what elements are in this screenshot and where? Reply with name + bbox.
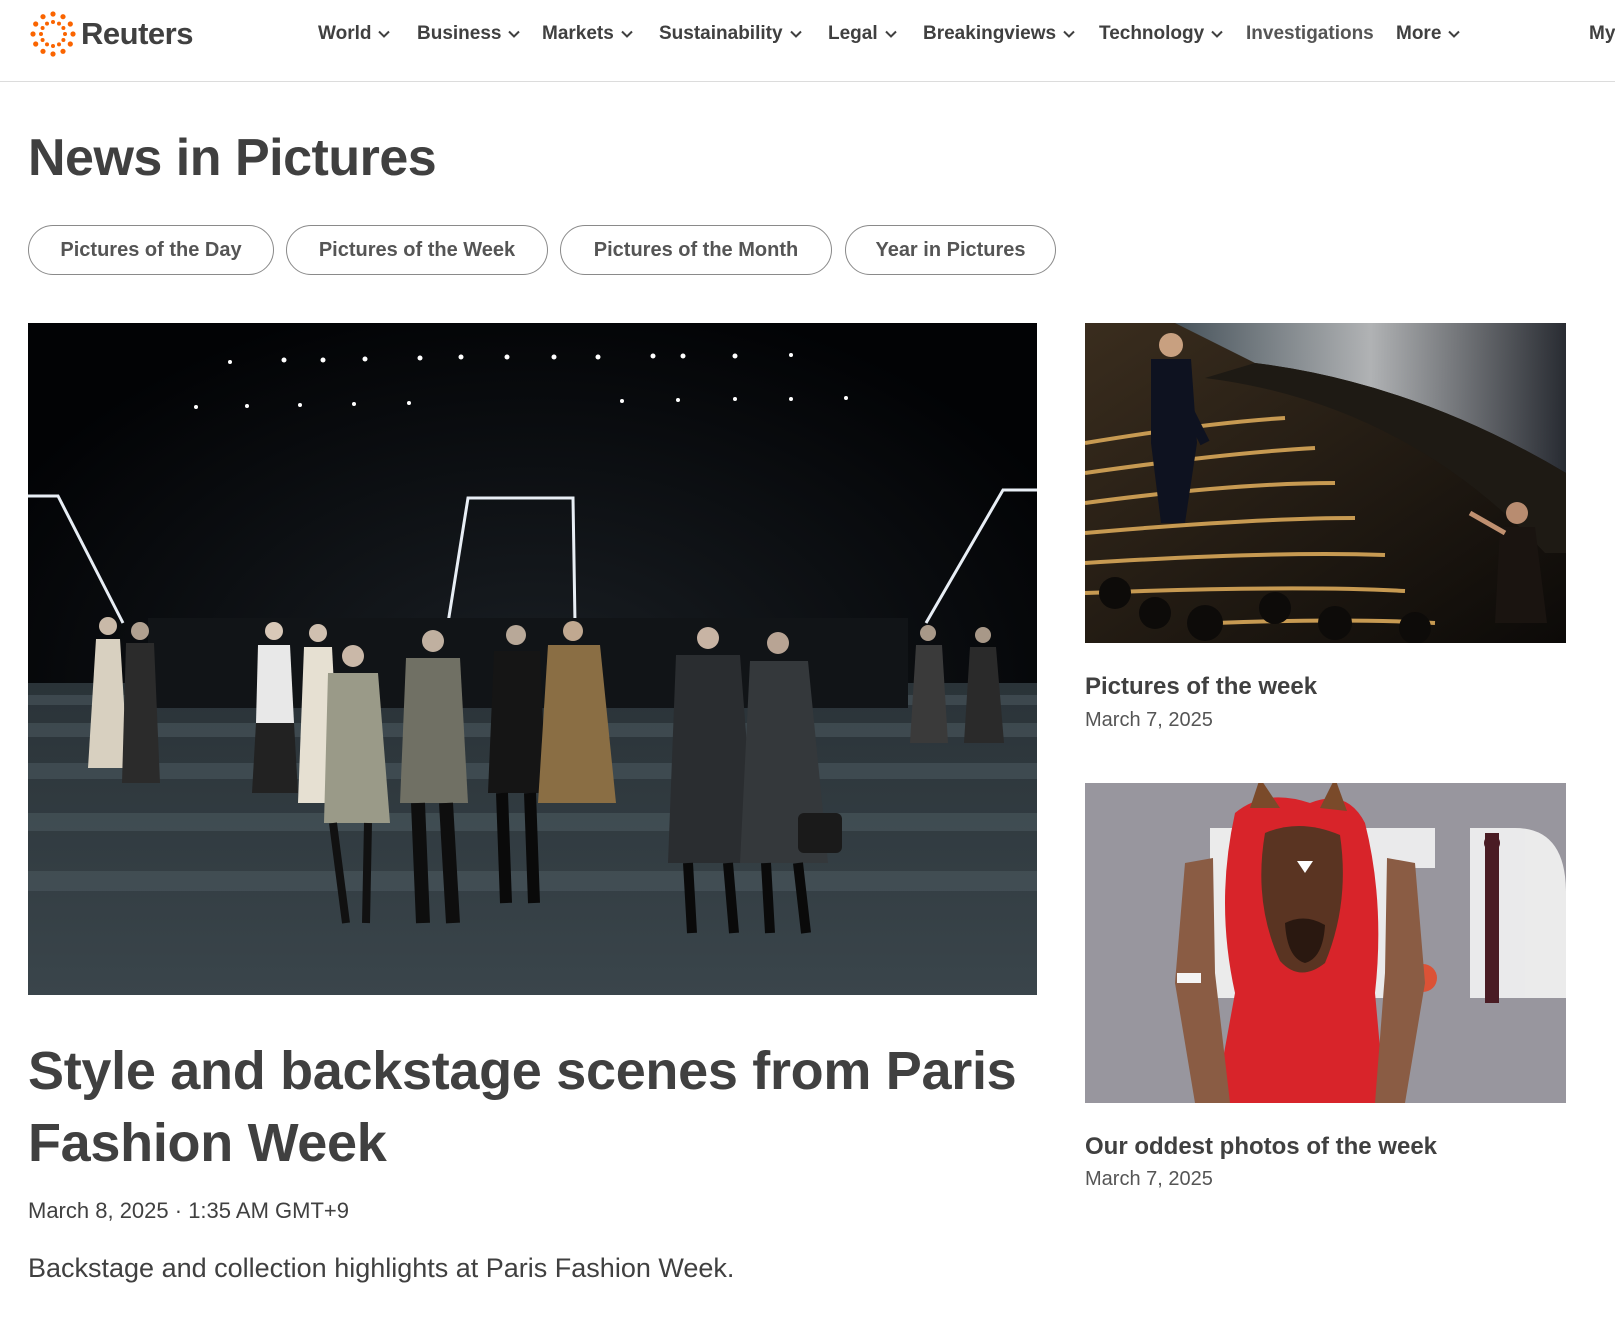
nav-item-more[interactable]: More: [1396, 20, 1461, 48]
feature-image-paris-fashion-week[interactable]: [28, 323, 1037, 995]
nav-label: Sustainability: [659, 23, 783, 44]
chevron-down-icon: [378, 30, 391, 38]
chevron-down-icon: [1211, 30, 1223, 38]
nav-label: World: [318, 23, 372, 44]
side-card-title[interactable]: Our oddest photos of the week: [1085, 1133, 1437, 1161]
feature-description: Backstage and collection highlights at P…: [28, 1253, 735, 1283]
main-nav: World Business Markets Sustainability Le…: [0, 0, 1615, 68]
nav-item-business[interactable]: Business: [417, 20, 521, 48]
nav-item-my-news[interactable]: My: [1589, 20, 1615, 48]
page-title: News in Pictures: [28, 129, 437, 187]
chevron-down-icon: [789, 30, 802, 38]
oscars-stage-photo: [1085, 323, 1566, 643]
chevron-down-icon: [621, 30, 633, 38]
nav-label: Business: [417, 23, 502, 44]
nav-label: More: [1396, 23, 1442, 44]
side-card-title[interactable]: Pictures of the week: [1085, 673, 1317, 701]
nav-label: My: [1589, 23, 1615, 44]
nav-item-breakingviews[interactable]: Breakingviews: [923, 20, 1076, 48]
nav-item-sustainability[interactable]: Sustainability: [659, 20, 803, 48]
chevron-down-icon: [1063, 30, 1075, 38]
chevron-down-icon: [508, 30, 521, 38]
runway-photo: [28, 323, 1037, 995]
nav-label: Legal: [828, 23, 878, 44]
site-header: Reuters World Business Markets Sustainab…: [0, 0, 1615, 82]
nav-label: Investigations: [1246, 23, 1374, 44]
feature-headline[interactable]: Style and backstage scenes from Paris Fa…: [28, 1035, 1038, 1179]
side-card-date: March 7, 2025: [1085, 1168, 1213, 1190]
nav-item-legal[interactable]: Legal: [828, 20, 898, 48]
feature-date: March 8, 2025 · 1:35 AM GMT+9: [28, 1198, 349, 1223]
nav-item-technology[interactable]: Technology: [1099, 20, 1224, 48]
nav-label: Markets: [542, 23, 614, 44]
nav-item-investigations[interactable]: Investigations: [1246, 20, 1374, 48]
chevron-down-icon: [1448, 30, 1461, 38]
nav-item-world[interactable]: World: [318, 20, 391, 48]
side-card-image-pictures-of-the-week[interactable]: [1085, 323, 1566, 643]
nav-label: Technology: [1099, 23, 1205, 44]
pill-pictures-of-the-month[interactable]: Pictures of the Month: [560, 225, 832, 275]
nav-item-markets[interactable]: Markets: [542, 20, 634, 48]
side-card-date: March 7, 2025: [1085, 709, 1213, 731]
pill-pictures-of-the-week[interactable]: Pictures of the Week: [286, 225, 548, 275]
pill-pictures-of-the-day[interactable]: Pictures of the Day: [28, 225, 274, 275]
nav-label: Breakingviews: [923, 23, 1057, 44]
chevron-down-icon: [884, 30, 897, 38]
horse-mask-photo: [1085, 783, 1566, 1103]
pill-year-in-pictures[interactable]: Year in Pictures: [845, 225, 1056, 275]
side-card-image-oddest-photos[interactable]: [1085, 783, 1566, 1103]
